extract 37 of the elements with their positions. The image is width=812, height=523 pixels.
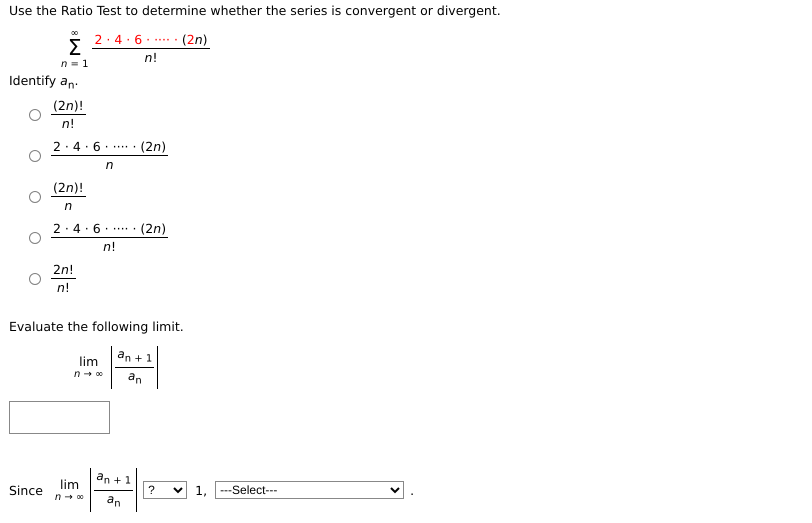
numerator: (2n)! [51, 180, 86, 197]
lower-limit: n = 1 [61, 59, 88, 70]
denominator: n! [56, 279, 70, 296]
lim-label: lim [60, 478, 80, 492]
numerator: 2n! [51, 262, 76, 279]
numerator: 2 · 4 · 6 · ···· · (2n) [51, 221, 168, 238]
radio-button[interactable] [29, 109, 41, 121]
numerator: 2 · 4 · 6 · ···· · (2n) [92, 32, 210, 49]
number-text: 1, [195, 482, 208, 498]
radio-button[interactable] [29, 232, 41, 244]
lim-subscript: n → ∞ [54, 492, 84, 503]
lim-label: lim [79, 354, 98, 369]
numerator: a$_{n + 1}$ [94, 468, 134, 491]
numerator: 2 · 4 · 6 · ···· · (2n) [51, 139, 168, 156]
radio-button[interactable] [29, 150, 41, 162]
conclusion-dropdown[interactable]: ---Select--- [215, 481, 404, 500]
period-text: . [410, 482, 414, 498]
since-text: Since [9, 482, 43, 498]
upper-limit: ∞ [70, 28, 79, 39]
comparison-dropdown[interactable]: ? [143, 481, 188, 500]
identify-prompt: Identify a$_{n}$. [9, 72, 80, 94]
denominator: n! [62, 115, 75, 132]
instruction-text: Use the Ratio Test to determine whether the series is convergent or divergent. [9, 2, 502, 20]
radio-button[interactable] [29, 191, 41, 203]
denominator: n! [103, 238, 116, 255]
denominator: n [106, 156, 114, 173]
denominator: a$_{n}$ [106, 490, 121, 512]
denominator: a$_{n}$ [128, 368, 142, 388]
numerator: (2n)! [51, 98, 86, 115]
radio-button[interactable] [29, 273, 41, 285]
answer-field[interactable] [9, 401, 110, 434]
denominator: n [64, 197, 72, 214]
sigma-symbol: Σ [68, 39, 82, 59]
limit-prompt: Evaluate the following limit. [9, 318, 185, 336]
lim-subscript: n → ∞ [74, 368, 104, 380]
numerator: a$_{n + 1}$ [115, 346, 154, 368]
denominator: n! [144, 49, 158, 66]
